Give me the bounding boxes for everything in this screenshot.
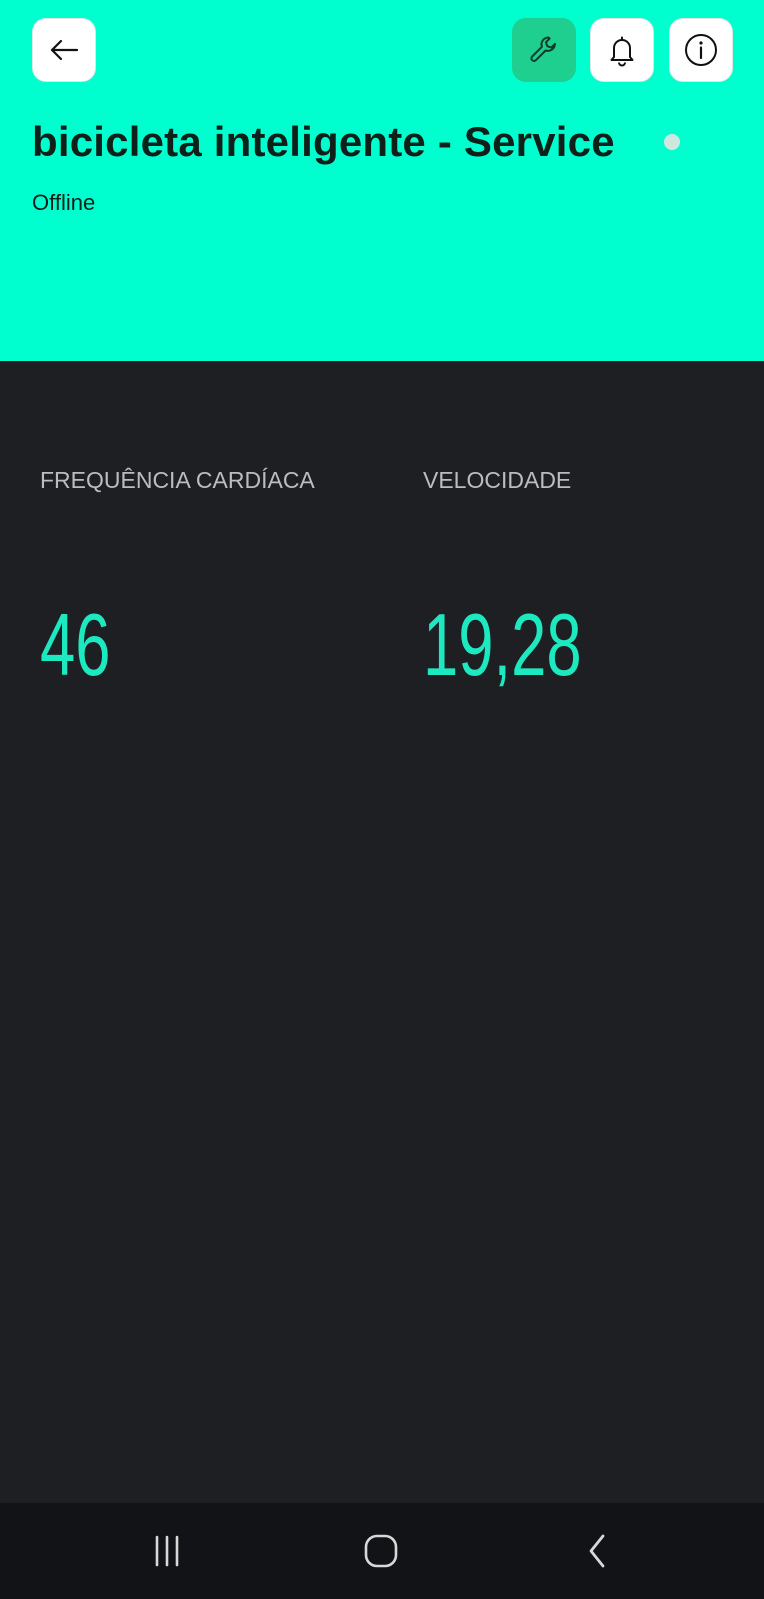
recent-apps-button[interactable] (135, 1523, 199, 1579)
device-title: bicicleta inteligente - Service (32, 118, 615, 165)
system-back-button[interactable] (565, 1523, 629, 1579)
home-icon (364, 1534, 398, 1568)
back-icon (589, 1534, 605, 1568)
dashboard: FREQUÊNCIA CARDÍACA 46 VELOCIDADE 19,28 (0, 361, 764, 1503)
wrench-icon (530, 36, 556, 62)
heart-rate-widget[interactable]: FREQUÊNCIA CARDÍACA 46 (40, 361, 380, 721)
back-button[interactable] (32, 18, 96, 82)
heart-rate-value: 46 (40, 595, 111, 694)
status-indicator-dot (664, 134, 680, 150)
recent-apps-icon (155, 1535, 179, 1567)
heart-rate-label: FREQUÊNCIA CARDÍACA (40, 467, 315, 493)
system-navigation-bar (0, 1503, 764, 1599)
connection-status: Offline (32, 190, 96, 215)
bell-icon (610, 36, 634, 67)
speed-label: VELOCIDADE (423, 467, 572, 493)
notifications-button[interactable] (590, 18, 654, 82)
speed-value: 19,28 (423, 595, 582, 694)
info-icon (685, 34, 717, 66)
info-button[interactable] (669, 18, 733, 82)
home-button[interactable] (349, 1523, 413, 1579)
service-button[interactable] (512, 18, 576, 82)
speed-widget[interactable]: VELOCIDADE 19,28 (423, 361, 743, 721)
device-header: bicicleta inteligente - Service Offline (0, 0, 764, 361)
arrow-left-icon (50, 39, 79, 61)
